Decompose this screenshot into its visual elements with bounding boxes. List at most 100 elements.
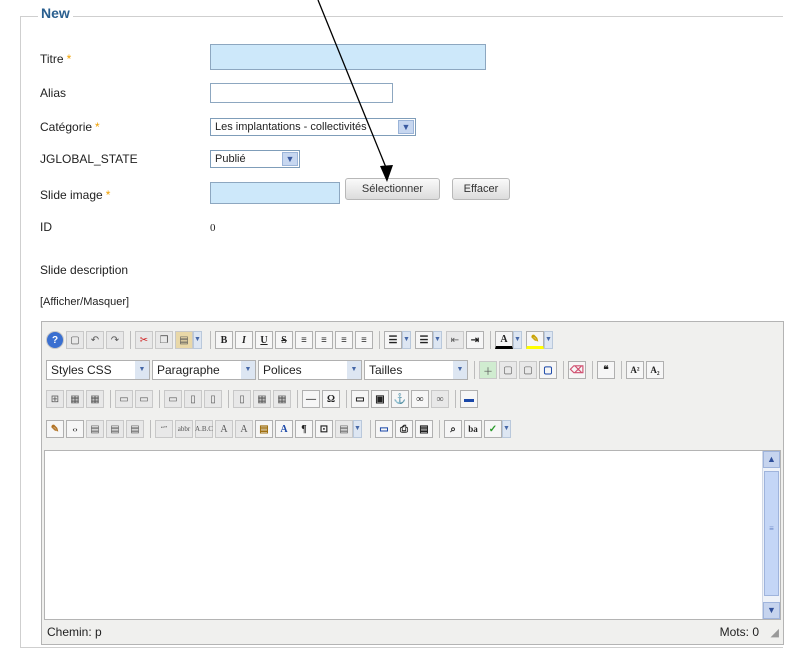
alias-input[interactable] (210, 83, 393, 103)
acronym-icon[interactable]: A.B.C (195, 420, 213, 438)
cleanup-brush-icon[interactable]: ✎ (46, 420, 64, 438)
preview-icon[interactable]: ▤ (415, 420, 433, 438)
unlink-icon[interactable]: ∞ (431, 390, 449, 408)
numbered-list-dropdown-icon[interactable]: ▼ (433, 331, 442, 349)
help-icon[interactable]: ? (46, 331, 64, 349)
resize-handle-icon[interactable]: ◢ (771, 626, 779, 639)
superscript-icon[interactable]: A² (626, 361, 644, 379)
cite-icon[interactable]: “” (155, 420, 173, 438)
paste-text-icon[interactable]: ▤ (86, 420, 104, 438)
deletion-icon[interactable]: A (215, 420, 233, 438)
paste-word-icon[interactable]: ▤ (106, 420, 124, 438)
format-select[interactable]: Paragraphe ▼ (152, 360, 256, 380)
toggle-editor-link[interactable]: [Afficher/Masquer] (40, 296, 129, 308)
slide-image-input[interactable] (210, 182, 340, 204)
template-icon[interactable]: ▤ (335, 420, 353, 438)
image-icon[interactable]: ▬ (460, 390, 478, 408)
table-icon[interactable]: ⊞ (46, 390, 64, 408)
insert-row-after-icon[interactable]: ▭ (135, 390, 153, 408)
categorie-label: Catégorie * (40, 120, 100, 134)
editor-content-area[interactable]: ▲ ≡ ▼ (44, 450, 781, 620)
fullscreen-icon[interactable]: ▭ (375, 420, 393, 438)
absolute-position-icon[interactable]: ▢ (539, 361, 557, 379)
split-cells-icon[interactable]: ▦ (253, 390, 271, 408)
clear-button[interactable]: Effacer (452, 178, 510, 200)
chevron-down-icon: ▼ (453, 361, 467, 379)
undo-icon[interactable]: ↶ (86, 331, 104, 349)
html-source-icon[interactable]: ‹› (66, 420, 84, 438)
merge-cells-icon[interactable]: ▦ (273, 390, 291, 408)
insert-row-before-icon[interactable]: ▭ (115, 390, 133, 408)
search-icon[interactable]: ⌕ (444, 420, 462, 438)
insert-image-icon[interactable]: ▭ (351, 390, 369, 408)
insert-column-after-icon[interactable]: ▯ (204, 390, 222, 408)
categorie-select[interactable]: Les implantations - collectivités ▼ (210, 118, 416, 136)
print-icon[interactable]: ⎙ (395, 420, 413, 438)
move-backward-icon[interactable]: ▢ (519, 361, 537, 379)
insertion-icon[interactable]: A (235, 420, 253, 438)
move-forward-icon[interactable]: ▢ (499, 361, 517, 379)
cut-icon[interactable]: ✂ (135, 331, 153, 349)
eraser-icon[interactable]: ⌫ (568, 361, 586, 379)
scroll-up-icon[interactable]: ▲ (763, 451, 780, 468)
scroll-thumb[interactable]: ≡ (764, 471, 779, 596)
non-breaking-icon[interactable]: ⊡ (315, 420, 333, 438)
word-count: Mots: 0 (719, 625, 759, 639)
subscript-icon[interactable]: A₂ (646, 361, 664, 379)
delete-row-icon[interactable]: ▭ (164, 390, 182, 408)
style-icon[interactable]: A (275, 420, 293, 438)
indent-icon[interactable]: ⇥ (466, 331, 484, 349)
copy-icon[interactable]: ❐ (155, 331, 173, 349)
outdent-icon[interactable]: ⇤ (446, 331, 464, 349)
replace-icon[interactable]: ba (464, 420, 482, 438)
scroll-down-icon[interactable]: ▼ (763, 602, 780, 619)
font-size-select[interactable]: Tailles ▼ (364, 360, 468, 380)
cell-properties-icon[interactable]: ▦ (86, 390, 104, 408)
select-button[interactable]: Sélectionner (345, 178, 440, 200)
blockquote-icon[interactable]: ❝ (597, 361, 615, 379)
delete-column-icon[interactable]: ▯ (233, 390, 251, 408)
link-icon[interactable]: ∞ (411, 390, 429, 408)
strikethrough-icon[interactable]: S (275, 331, 293, 349)
styles-select[interactable]: Styles CSS ▼ (46, 360, 150, 380)
bullet-list-dropdown-icon[interactable]: ▼ (402, 331, 411, 349)
text-color-dropdown-icon[interactable]: ▼ (513, 331, 522, 349)
bullet-list-icon[interactable]: ☰ (384, 331, 402, 349)
titre-input[interactable] (210, 44, 486, 70)
editor-scrollbar[interactable]: ▲ ≡ ▼ (762, 451, 780, 619)
insert-layer-icon[interactable]: ＋ (479, 361, 497, 379)
align-left-icon[interactable]: ≡ (315, 331, 333, 349)
row-properties-icon[interactable]: ▦ (66, 390, 84, 408)
template-dropdown-icon[interactable]: ▼ (353, 420, 362, 438)
special-character-icon[interactable]: Ω (322, 390, 340, 408)
font-family-select[interactable]: Polices ▼ (258, 360, 362, 380)
slide-description-label: Slide description (40, 263, 129, 277)
justify-icon[interactable]: ≡ (295, 331, 313, 349)
attributes-icon[interactable]: ▤ (255, 420, 273, 438)
text-color-icon[interactable]: A (495, 331, 513, 349)
highlight-color-icon[interactable]: ✎ (526, 331, 544, 349)
paste-dropdown-icon[interactable]: ▼ (193, 331, 202, 349)
align-right-icon[interactable]: ≡ (355, 331, 373, 349)
paste-icon[interactable]: ▤ (175, 331, 193, 349)
insert-column-before-icon[interactable]: ▯ (184, 390, 202, 408)
spellcheck-icon[interactable]: ✓ (484, 420, 502, 438)
align-center-icon[interactable]: ≡ (335, 331, 353, 349)
horizontal-rule-icon[interactable]: — (302, 390, 320, 408)
abbreviation-icon[interactable]: abbr (175, 420, 193, 438)
bold-icon[interactable]: B (215, 331, 233, 349)
underline-icon[interactable]: U (255, 331, 273, 349)
redo-icon[interactable]: ↷ (106, 331, 124, 349)
form-legend: New (38, 5, 73, 21)
spellcheck-dropdown-icon[interactable]: ▼ (502, 420, 511, 438)
highlight-color-dropdown-icon[interactable]: ▼ (544, 331, 553, 349)
visual-chars-icon[interactable]: ¶ (295, 420, 313, 438)
media-icon[interactable]: ▣ (371, 390, 389, 408)
new-document-icon[interactable]: ▢ (66, 331, 84, 349)
select-all-icon[interactable]: ▤ (126, 420, 144, 438)
numbered-list-icon[interactable]: ☰ (415, 331, 433, 349)
anchor-icon[interactable]: ⚓ (391, 390, 409, 408)
italic-icon[interactable]: I (235, 331, 253, 349)
state-select[interactable]: Publié ▼ (210, 150, 300, 168)
rich-text-editor: ? ▢ ↶ ↷ ✂ ❐ ▤ ▼ B I U S ≡ ≡ ≡ ≡ ☰ ▼ ☰ ▼ … (41, 321, 784, 645)
